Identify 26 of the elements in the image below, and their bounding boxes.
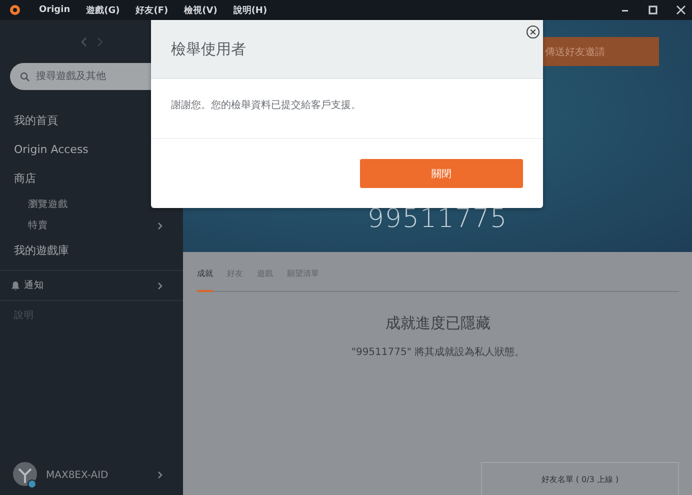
menu-item[interactable]: 說明(H) <box>227 4 274 16</box>
profile-name: 99511775 <box>367 204 508 234</box>
profile-tab[interactable]: 成就 <box>197 264 213 292</box>
menu-item[interactable]: 遊戲(G) <box>80 4 126 16</box>
close-icon[interactable] <box>526 25 540 39</box>
bell-icon <box>11 280 20 290</box>
avatar[interactable] <box>12 461 38 489</box>
chevron-icon <box>157 282 163 290</box>
chevron-icon <box>157 222 163 230</box>
sidebar-item[interactable]: 通知 <box>24 279 44 292</box>
menu-item[interactable]: 好友(F) <box>130 4 174 16</box>
chevron-icon <box>157 471 163 479</box>
close-button[interactable]: 關閉 <box>360 159 523 188</box>
logo-icon <box>9 4 21 16</box>
section-heading: 成就進度已隱藏 <box>384 314 492 333</box>
sidebar-subitem[interactable]: 特賣 <box>28 219 48 232</box>
username[interactable]: MAX8EX-AID <box>46 470 108 480</box>
maximize-icon[interactable] <box>648 5 658 15</box>
sidebar-item[interactable]: 我的遊戲庫 <box>0 236 183 266</box>
menu-item[interactable]: 檢視(V) <box>178 4 224 16</box>
dialog-message: 謝謝您。您的檢舉資料已提交給客戶支援。 <box>171 98 362 112</box>
privacy-message: "99511775" 將其成就設為私人狀態。 <box>350 346 526 359</box>
menu-item[interactable]: Origin <box>33 5 76 15</box>
friends-list-panel[interactable]: 好友名單 ( 0/3 上線 ) <box>481 462 679 495</box>
dialog-title: 檢舉使用者 <box>171 40 246 58</box>
sidebar-subitem[interactable]: 瀏覽遊戲 <box>28 198 68 211</box>
